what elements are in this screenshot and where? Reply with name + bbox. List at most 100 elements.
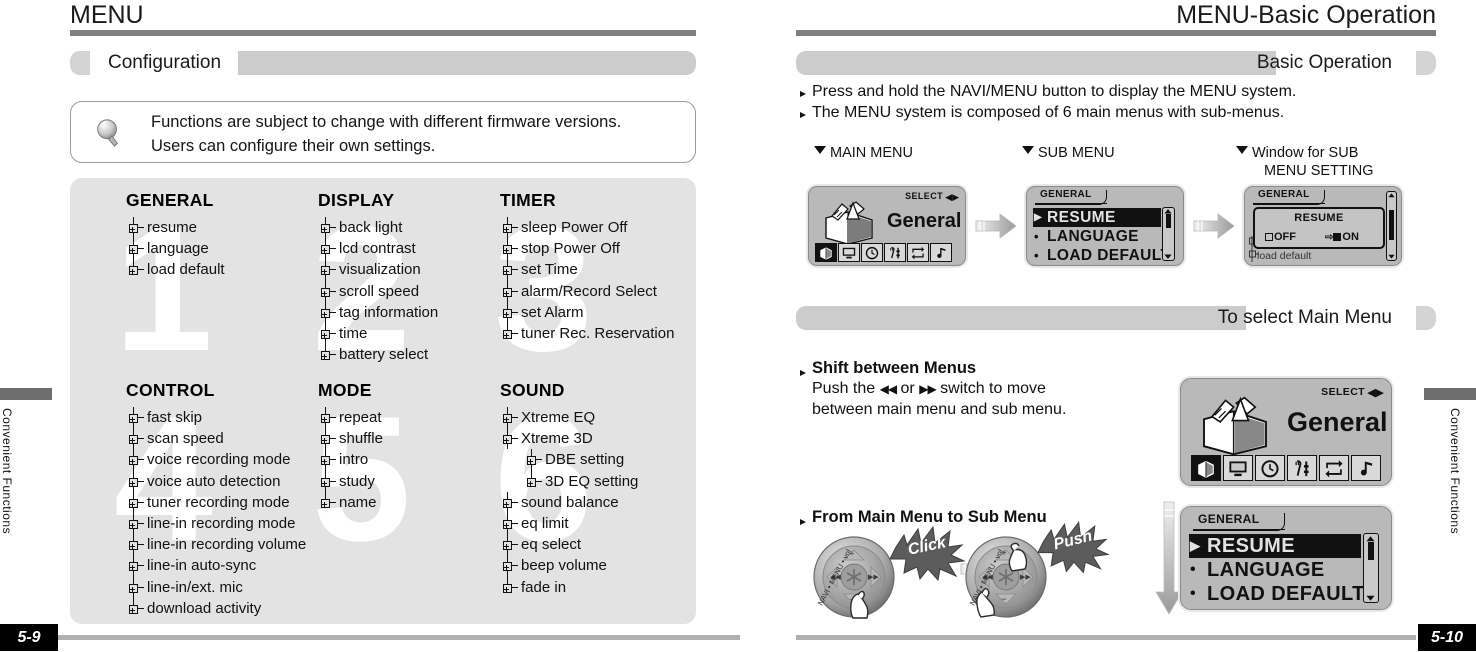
list-item[interactable]: fade in bbox=[500, 576, 638, 598]
menu-column-title: DISPLAY bbox=[318, 190, 395, 210]
lcd-menu-row-language[interactable]: • LANGUAGE bbox=[1033, 227, 1161, 246]
list-item[interactable]: voice auto detection bbox=[126, 470, 306, 493]
clock-icon[interactable] bbox=[861, 243, 883, 262]
list-item[interactable]: language bbox=[126, 238, 225, 260]
caption-pointer-icon bbox=[814, 146, 826, 154]
lightbulb-icon bbox=[97, 119, 118, 147]
list-item[interactable]: battery select bbox=[318, 344, 438, 365]
menu-item-list: resume language load default bbox=[126, 217, 225, 281]
checkbox-on[interactable] bbox=[1333, 233, 1342, 241]
menu-column-sound: SOUND Xtreme EQ Xtreme 3D DBE setting 3D… bbox=[500, 380, 638, 598]
list-item-label: alarm/Record Select bbox=[521, 282, 657, 300]
shift-line-2: between main menu and sub menu. bbox=[812, 401, 1067, 418]
dialog-option-on[interactable]: ⇨ ON bbox=[1325, 231, 1359, 243]
box-icon[interactable] bbox=[1191, 455, 1221, 481]
list-item[interactable]: load default bbox=[126, 259, 225, 280]
clock-icon[interactable] bbox=[1255, 455, 1285, 481]
list-item[interactable]: line-in auto-sync bbox=[126, 555, 306, 577]
list-item[interactable]: repeat bbox=[318, 407, 383, 429]
section-bar-left-cap bbox=[70, 51, 90, 75]
dialog-option-off[interactable]: OFF bbox=[1265, 231, 1296, 243]
display-icon[interactable] bbox=[1223, 455, 1253, 481]
list-item[interactable]: tuner Rec. Reservation bbox=[500, 323, 674, 344]
list-item[interactable]: visualization bbox=[318, 259, 438, 281]
lcd-scrollbar-large[interactable] bbox=[1363, 533, 1379, 603]
menu-overview-panel: 1 2 3 4 5 6 GENERAL resume language load… bbox=[70, 178, 696, 624]
list-item[interactable]: time bbox=[318, 323, 438, 345]
list-item[interactable]: sound balance bbox=[500, 491, 638, 514]
list-item[interactable]: tuner recording mode bbox=[126, 491, 306, 514]
caption-sub-menu: SUB MENU bbox=[1038, 145, 1115, 161]
list-item-label: study bbox=[339, 472, 375, 490]
list-item[interactable]: Xtreme EQ bbox=[500, 407, 638, 429]
list-item-label: eq limit bbox=[521, 515, 569, 533]
menu-item-list: back light lcd contrast visualization sc… bbox=[318, 217, 438, 365]
list-item-label: line-in recording mode bbox=[147, 515, 296, 533]
lcd-setting-scrollbar[interactable] bbox=[1386, 191, 1397, 261]
list-item[interactable]: eq limit bbox=[500, 513, 638, 535]
list-item[interactable]: intro bbox=[318, 449, 383, 471]
list-item[interactable]: lcd contrast bbox=[318, 238, 438, 260]
lcd-menu-row-resume[interactable]: ▶ RESUME bbox=[1033, 208, 1161, 227]
svg-text:▶▶: ▶▶ bbox=[868, 574, 879, 581]
list-item[interactable]: line-in recording volume bbox=[126, 534, 306, 556]
list-item[interactable]: study bbox=[318, 470, 383, 493]
list-item[interactable]: scroll speed bbox=[318, 280, 438, 303]
checkbox-off[interactable] bbox=[1265, 233, 1273, 241]
shift-text-a: Push the bbox=[812, 380, 876, 397]
note-line-1: Functions are subject to change with dif… bbox=[151, 113, 622, 131]
list-item[interactable]: line-in/ext. mic bbox=[126, 576, 306, 599]
select-label: SELECT bbox=[1321, 386, 1365, 398]
list-item[interactable]: scan speed bbox=[126, 428, 306, 450]
list-item[interactable]: voice recording mode bbox=[126, 449, 306, 471]
row-label: RESUME bbox=[1207, 535, 1295, 557]
list-item[interactable]: download activity bbox=[126, 597, 306, 619]
lcd-menu-row-load-default[interactable]: • LOAD DEFAULT bbox=[1033, 246, 1170, 265]
list-item-label: scan speed bbox=[147, 430, 224, 448]
note-line-2: Users can configure their own settings. bbox=[151, 137, 436, 155]
lcd-sub-tab-label: GENERAL bbox=[1198, 512, 1260, 526]
list-item[interactable]: fast skip bbox=[126, 407, 306, 429]
lcd-main-title-large: General bbox=[1287, 407, 1388, 437]
lcd-menu-row-resume[interactable]: ▶ RESUME bbox=[1189, 534, 1361, 558]
list-item[interactable]: name bbox=[318, 491, 383, 513]
music-note-icon[interactable] bbox=[1351, 455, 1381, 481]
list-item[interactable]: back light bbox=[318, 217, 438, 239]
tools-icon[interactable] bbox=[884, 243, 906, 262]
list-item[interactable]: beep volume bbox=[500, 555, 638, 577]
list-item[interactable]: eq select bbox=[500, 534, 638, 556]
repeat-icon[interactable] bbox=[907, 243, 929, 262]
list-item[interactable]: alarm/Record Select bbox=[500, 280, 674, 303]
list-item[interactable]: resume bbox=[126, 217, 225, 239]
lcd-menu-row-language[interactable]: • LANGUAGE bbox=[1189, 558, 1361, 582]
list-item[interactable]: stop Power Off bbox=[500, 238, 674, 260]
list-item-label: time bbox=[339, 325, 368, 343]
section-bar-basic-operation: Basic Operation bbox=[796, 51, 1436, 75]
list-item[interactable]: 3D EQ setting bbox=[500, 470, 638, 492]
box-icon[interactable] bbox=[815, 243, 837, 262]
list-item-label: fade in bbox=[521, 578, 567, 596]
list-item[interactable]: line-in recording mode bbox=[126, 513, 306, 535]
row-marker: ▶ bbox=[1034, 212, 1043, 223]
list-item[interactable]: shuffle bbox=[318, 428, 383, 450]
list-item[interactable]: DBE setting bbox=[500, 449, 638, 471]
list-item[interactable]: sleep Power Off bbox=[500, 217, 674, 239]
music-note-icon[interactable] bbox=[930, 243, 952, 262]
list-item[interactable]: tag information bbox=[318, 301, 438, 324]
tools-icon[interactable] bbox=[1287, 455, 1317, 481]
list-item[interactable]: set Time bbox=[500, 259, 674, 281]
lcd-scrollbar[interactable] bbox=[1162, 207, 1175, 261]
bullet-text-1: Press and hold the NAVI/MENU button to d… bbox=[812, 83, 1297, 100]
display-icon[interactable] bbox=[838, 243, 860, 262]
list-item-label: download activity bbox=[147, 599, 262, 617]
row-label: RESUME bbox=[1047, 209, 1116, 226]
lcd-menu-row-load-default[interactable]: • LOAD DEFAULT bbox=[1189, 582, 1364, 606]
list-item[interactable]: set Alarm bbox=[500, 301, 674, 324]
next-switch-icon: ▶▶ bbox=[919, 382, 936, 396]
repeat-icon[interactable] bbox=[1319, 455, 1349, 481]
list-item[interactable]: Xtreme 3D bbox=[500, 428, 638, 450]
section-bar-configuration: Configuration bbox=[70, 51, 696, 75]
lcd-sub-menu: GENERAL ▶ RESUME • LANGUAGE • LOAD DEFAU… bbox=[1026, 186, 1184, 266]
caption-window-sub-setting-line1: Window for SUB bbox=[1252, 145, 1359, 161]
menu-item-list: fast skip scan speed voice recording mod… bbox=[126, 407, 306, 619]
